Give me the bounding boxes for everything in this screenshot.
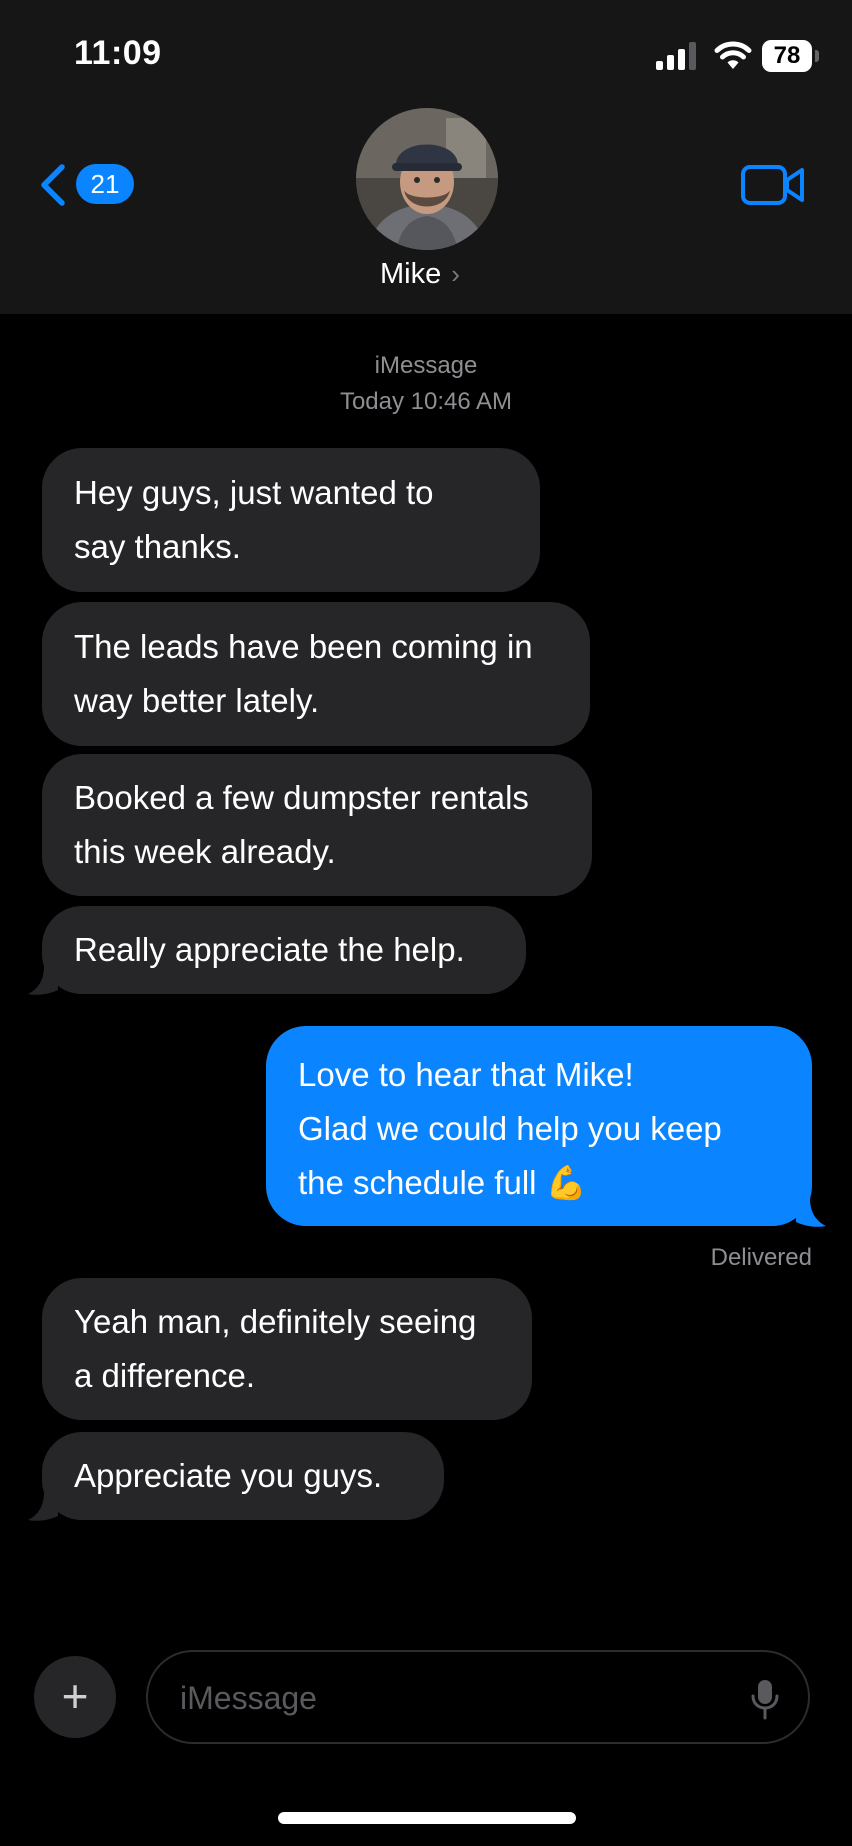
message-text: Booked a few dumpster rentals: [74, 779, 529, 816]
incoming-message[interactable]: Booked a few dumpster rentals this week …: [42, 754, 592, 896]
message-text: Hey guys, just wanted to: [74, 474, 434, 511]
message-text: Yeah man, definitely seeing: [74, 1303, 477, 1340]
plus-icon: +: [61, 1670, 89, 1722]
thread-timestamp: Today 10:46 AM: [339, 388, 513, 415]
home-indicator[interactable]: [278, 1812, 576, 1824]
bubble-tail: [28, 966, 58, 995]
message-text: a difference.: [74, 1357, 256, 1394]
battery-icon: 78: [762, 40, 820, 72]
chevron-left-icon: [41, 164, 65, 206]
delivery-status: Delivered: [710, 1244, 812, 1271]
status-time: 11:09: [74, 34, 162, 72]
message-input[interactable]: [178, 1670, 722, 1726]
message-text: The leads have been coming in: [74, 628, 533, 665]
message-text: way better lately.: [74, 682, 320, 719]
chevron-right-icon: ›: [451, 259, 460, 289]
contact-name: Mike: [380, 258, 442, 290]
contact-avatar[interactable]: [356, 108, 498, 250]
incoming-message[interactable]: Appreciate you guys.: [42, 1432, 444, 1520]
service-label: iMessage: [374, 352, 478, 379]
incoming-message[interactable]: Yeah man, definitely seeing a difference…: [42, 1278, 532, 1420]
message-text: Love to hear that Mike!: [298, 1056, 634, 1093]
message-text: Glad we could help you keep: [298, 1110, 722, 1147]
message-text: the schedule full 💪: [298, 1164, 587, 1201]
battery-level: 78: [762, 40, 812, 72]
facetime-video-icon[interactable]: [740, 164, 806, 206]
unread-count-badge: 21: [76, 164, 134, 204]
message-input-field[interactable]: [146, 1650, 810, 1744]
avatar-photo: [356, 108, 498, 250]
bubble-tail: [796, 1198, 826, 1227]
message-text: say thanks.: [74, 528, 241, 565]
incoming-message[interactable]: The leads have been coming in way better…: [42, 602, 590, 746]
wifi-icon: [714, 41, 752, 69]
incoming-message[interactable]: Hey guys, just wanted to say thanks.: [42, 448, 540, 592]
back-button[interactable]: 21: [38, 160, 138, 210]
cellular-signal-icon: [656, 42, 696, 70]
message-text: this week already.: [74, 833, 336, 870]
message-text: Appreciate you guys.: [74, 1457, 383, 1494]
outgoing-message[interactable]: Love to hear that Mike! Glad we could he…: [266, 1026, 812, 1226]
microphone-icon[interactable]: [750, 1678, 780, 1720]
message-text: Really appreciate the help.: [74, 931, 465, 968]
bubble-tail: [28, 1492, 58, 1521]
contact-name-button[interactable]: Mike ›: [380, 258, 480, 298]
add-attachment-button[interactable]: +: [34, 1656, 116, 1738]
incoming-message[interactable]: Really appreciate the help.: [42, 906, 526, 994]
